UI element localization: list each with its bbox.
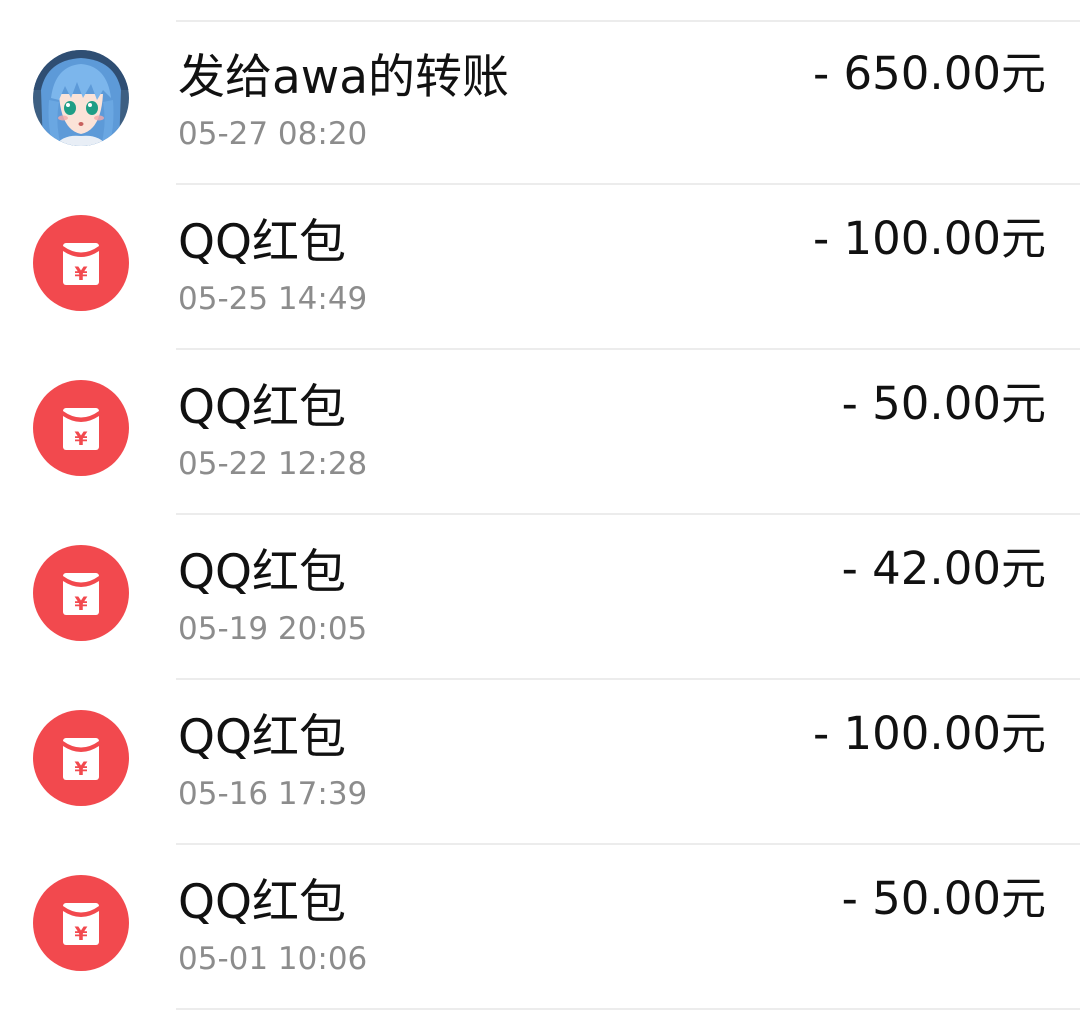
red-envelope-icon: ¥	[33, 380, 129, 476]
svg-text:¥: ¥	[74, 758, 87, 780]
transaction-row[interactable]: ¥ QQ红包 05-01 10:06 - 50.00元	[0, 845, 1080, 1010]
avatar-anime-girl-icon	[33, 50, 129, 146]
transaction-row[interactable]: ¥ QQ红包 05-16 17:39 - 100.00元	[0, 680, 1080, 845]
transaction-time: 05-22 12:28	[178, 446, 368, 482]
transaction-row[interactable]: ¥ QQ红包 05-22 12:28 - 50.00元	[0, 350, 1080, 515]
svg-text:¥: ¥	[74, 428, 87, 450]
transaction-amount: - 650.00元	[813, 47, 1046, 100]
transaction-row[interactable]: ¥ QQ红包 05-19 20:05 - 42.00元	[0, 515, 1080, 680]
transaction-amount: - 100.00元	[813, 212, 1046, 265]
transaction-amount: - 50.00元	[841, 377, 1046, 430]
red-envelope-icon: ¥	[33, 710, 129, 806]
transaction-title: QQ红包	[178, 215, 346, 270]
red-envelope-yuan-icon: ¥	[63, 903, 99, 945]
transaction-time: 05-27 08:20	[178, 116, 368, 152]
transaction-title: QQ红包	[178, 545, 346, 600]
transaction-time: 05-01 10:06	[178, 941, 368, 977]
transaction-title: QQ红包	[178, 710, 346, 765]
transaction-title: QQ红包	[178, 380, 346, 435]
red-envelope-yuan-icon: ¥	[63, 243, 99, 285]
transaction-row[interactable]: ¥ QQ红包 05-25 14:49 - 100.00元	[0, 185, 1080, 350]
red-envelope-icon: ¥	[33, 545, 129, 641]
transaction-amount: - 100.00元	[813, 707, 1046, 760]
svg-text:¥: ¥	[74, 263, 87, 285]
red-envelope-yuan-icon: ¥	[63, 408, 99, 450]
red-envelope-yuan-icon: ¥	[63, 738, 99, 780]
transaction-list: 发给awa的转账 05-27 08:20 - 650.00元 ¥ QQ红包 05…	[0, 20, 1080, 1010]
transaction-amount: - 50.00元	[841, 872, 1046, 925]
transaction-row[interactable]: 发给awa的转账 05-27 08:20 - 650.00元	[0, 20, 1080, 185]
transaction-time: 05-16 17:39	[178, 776, 368, 812]
avatar	[33, 50, 129, 146]
red-envelope-icon: ¥	[33, 875, 129, 971]
transaction-time: 05-19 20:05	[178, 611, 368, 647]
transaction-amount: - 42.00元	[841, 542, 1046, 595]
transaction-time: 05-25 14:49	[178, 281, 368, 317]
svg-text:¥: ¥	[74, 923, 87, 945]
red-envelope-yuan-icon: ¥	[63, 573, 99, 615]
svg-text:¥: ¥	[74, 593, 87, 615]
transaction-title: 发给awa的转账	[178, 50, 510, 105]
red-envelope-icon: ¥	[33, 215, 129, 311]
transaction-title: QQ红包	[178, 875, 346, 930]
